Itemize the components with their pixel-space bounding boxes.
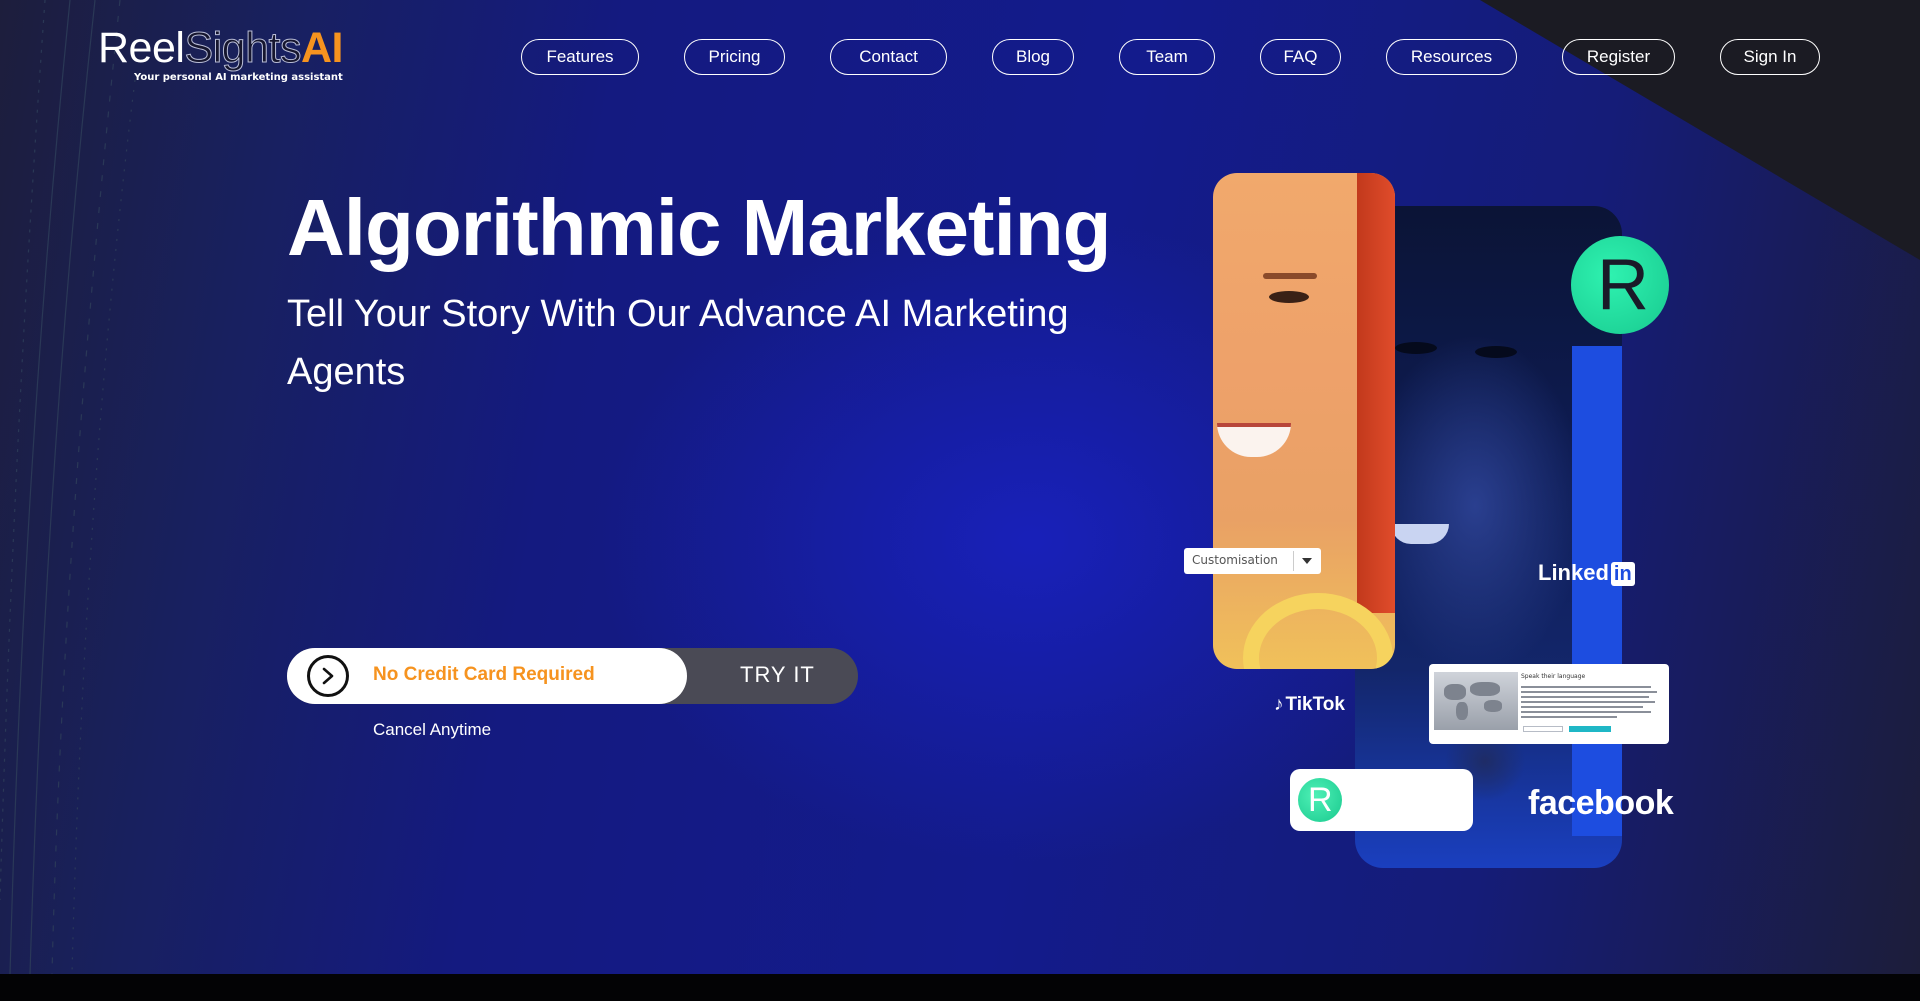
preview-text-line [1521, 686, 1651, 688]
logo-ai: AI [300, 24, 344, 72]
hero-subtitle: Tell Your Story With Our Advance AI Mark… [287, 293, 1069, 393]
light-streaks-decoration [0, 0, 136, 974]
woman-smile [1217, 423, 1291, 457]
woman-hair [1357, 173, 1395, 613]
nav-resources[interactable]: Resources [1386, 39, 1517, 75]
chevron-down-icon[interactable] [1302, 558, 1312, 564]
preview-text-line [1521, 706, 1643, 708]
r-logo-letter-small: R [1308, 781, 1333, 819]
preview-text-line [1521, 701, 1655, 703]
preview-text-line [1521, 696, 1649, 698]
woman-eye [1269, 291, 1309, 303]
tiktok-logo: ♪ TikTok [1274, 694, 1345, 716]
linkedin-logo: Linked in [1538, 560, 1635, 586]
man-eye-right [1475, 346, 1517, 358]
tiktok-note-icon: ♪ [1274, 694, 1284, 715]
r-logo-badge-small: R [1298, 778, 1342, 822]
cancel-anytime-note: Cancel Anytime [373, 720, 492, 739]
woman-brow [1263, 273, 1317, 279]
hero-title: Algorithmic Marketing [287, 183, 1112, 272]
website-preview-card: Speak their language [1429, 664, 1669, 744]
hero-section [0, 0, 1920, 974]
r-brand-card: R [1290, 769, 1473, 831]
r-logo-letter: R [1597, 245, 1649, 325]
map-continent [1444, 684, 1466, 700]
preview-solid-button [1569, 726, 1611, 732]
preview-outline-button [1523, 726, 1563, 732]
woman-portrait-image [1213, 173, 1395, 669]
no-credit-card-label: No Credit Card Required [373, 664, 595, 685]
map-continent [1456, 702, 1468, 720]
man-smile [1391, 524, 1449, 544]
preview-heading: Speak their language [1521, 673, 1586, 680]
nav-blog[interactable]: Blog [992, 39, 1074, 75]
tiktok-label: TikTok [1285, 694, 1345, 715]
world-map-image [1434, 672, 1518, 730]
logo-sights: Sights [184, 24, 302, 73]
map-continent [1470, 682, 1500, 696]
logo-reel: Reel [98, 24, 185, 72]
facebook-logo: facebook [1528, 784, 1674, 822]
nav-team[interactable]: Team [1119, 39, 1215, 75]
logo-tagline: Your personal AI marketing assistant [134, 72, 343, 83]
blue-accent-strip [1572, 346, 1622, 836]
customisation-select[interactable]: Customisation [1184, 548, 1321, 574]
preview-text-line [1521, 716, 1617, 718]
nav-pricing[interactable]: Pricing [684, 39, 785, 75]
try-it-button[interactable]: TRY IT [740, 662, 815, 688]
nav-faq[interactable]: FAQ [1260, 39, 1341, 75]
nav-features[interactable]: Features [521, 39, 639, 75]
nav-sign-in[interactable]: Sign In [1720, 39, 1820, 75]
arrow-right-circle-icon [307, 655, 349, 697]
logo-wordmark: ReelSightsAI [98, 24, 358, 73]
cta-pill[interactable]: No Credit Card Required [287, 648, 687, 704]
linkedin-word: Linked [1538, 560, 1609, 585]
select-divider [1293, 551, 1294, 571]
nav-register[interactable]: Register [1562, 39, 1675, 75]
brand-logo[interactable]: ReelSightsAI Your personal AI marketing … [98, 24, 358, 90]
footer-bar [0, 974, 1920, 1001]
preview-text-line [1521, 711, 1651, 713]
linkedin-in-icon: in [1610, 562, 1635, 586]
nav-contact[interactable]: Contact [830, 39, 947, 75]
customisation-select-value: Customisation [1192, 553, 1278, 567]
map-continent [1484, 700, 1502, 712]
r-logo-badge: R [1571, 236, 1669, 334]
man-eye-left [1395, 342, 1437, 354]
preview-text-line [1521, 691, 1657, 693]
